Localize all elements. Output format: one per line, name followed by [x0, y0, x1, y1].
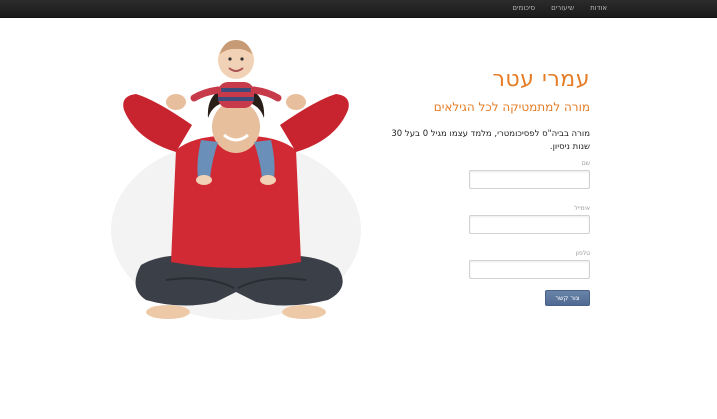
email-label: אימייל: [574, 205, 590, 212]
page-subtitle: מורה למתמטיקה לכל הגילאים: [433, 100, 590, 114]
hero-photo: [106, 30, 366, 326]
teacher-description: מורה בביה"ס לפסיכומטרי, מלמד עצמו מגיל 0…: [391, 129, 590, 152]
phone-label: טלפון: [575, 250, 590, 257]
contact-submit-button[interactable]: צור קשר: [545, 290, 590, 306]
page-title: עמרי עטר: [492, 67, 590, 92]
nav-item-summaries[interactable]: סיכומים: [504, 0, 543, 17]
top-navbar: אודות שיעורים סיכומים: [0, 0, 717, 18]
contact-form: שם אימייל טלפון צור קשר: [380, 160, 590, 306]
nav-item-about[interactable]: אודות: [582, 0, 615, 17]
nav-item-lessons[interactable]: שיעורים: [543, 0, 582, 17]
name-label: שם: [581, 160, 590, 167]
hero-content: עמרי עטר מורה למתמטיקה לכל הגילאים מורה …: [380, 66, 590, 306]
email-input[interactable]: [469, 215, 590, 234]
phone-input[interactable]: [469, 260, 590, 279]
main-nav: אודות שיעורים סיכומים: [504, 0, 615, 17]
name-input[interactable]: [469, 170, 590, 189]
